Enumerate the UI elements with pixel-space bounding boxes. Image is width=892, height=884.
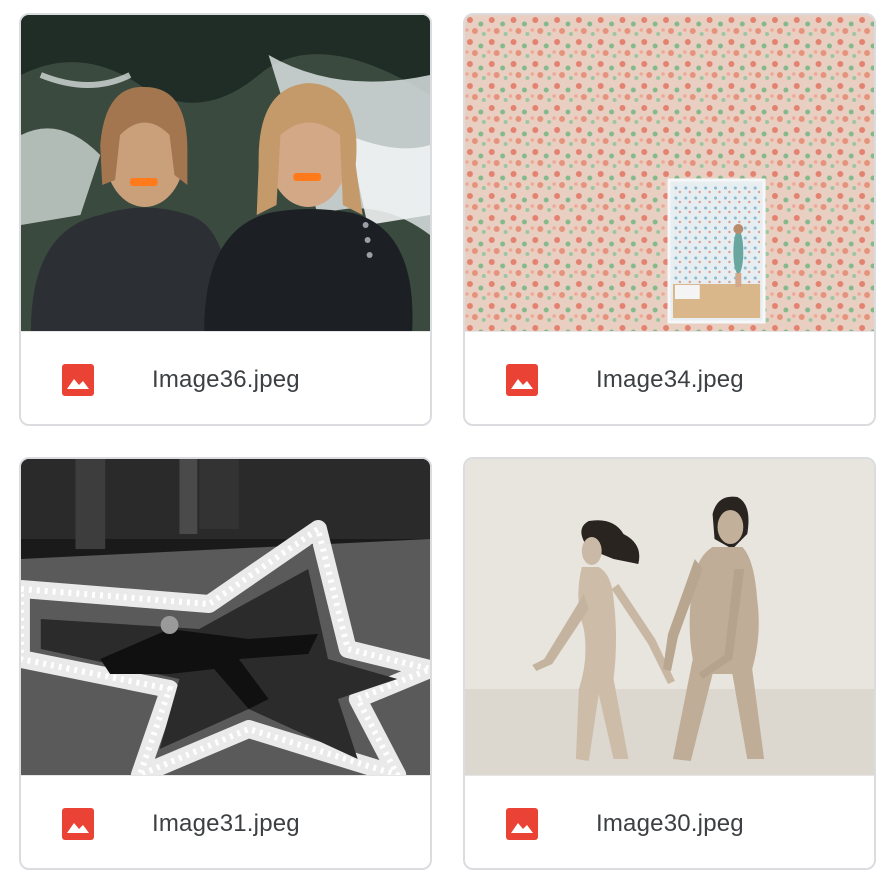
thumbnail-image30[interactable] bbox=[465, 459, 874, 775]
thumbnail-burning-star bbox=[21, 459, 430, 775]
image-file-icon bbox=[506, 807, 538, 840]
file-grid: Image36.jpeg Image34.jpeg Image31.jpeg I… bbox=[0, 0, 892, 884]
image-file-icon bbox=[506, 363, 538, 396]
thumbnail-two-figures-walking bbox=[465, 459, 874, 775]
thumbnail-image34[interactable] bbox=[465, 15, 874, 331]
image-file-icon bbox=[62, 807, 94, 840]
thumbnail-image36[interactable] bbox=[21, 15, 430, 331]
file-name: Image34.jpeg bbox=[596, 365, 744, 393]
thumbnail-floral-wall-window bbox=[465, 15, 874, 331]
thumbnail-image31[interactable] bbox=[21, 459, 430, 775]
file-name: Image30.jpeg bbox=[596, 809, 744, 837]
file-card-image30[interactable]: Image30.jpeg bbox=[463, 457, 876, 870]
image-file-icon bbox=[62, 363, 94, 396]
file-card-image34[interactable]: Image34.jpeg bbox=[463, 13, 876, 426]
thumbnail-two-women-snow bbox=[21, 15, 430, 331]
file-name: Image36.jpeg bbox=[152, 365, 300, 393]
file-name: Image31.jpeg bbox=[152, 809, 300, 837]
file-card-image36[interactable]: Image36.jpeg bbox=[19, 13, 432, 426]
file-card-footer: Image34.jpeg bbox=[465, 331, 874, 424]
file-card-footer: Image31.jpeg bbox=[21, 775, 430, 868]
file-card-footer: Image30.jpeg bbox=[465, 775, 874, 868]
file-card-footer: Image36.jpeg bbox=[21, 331, 430, 424]
file-card-image31[interactable]: Image31.jpeg bbox=[19, 457, 432, 870]
